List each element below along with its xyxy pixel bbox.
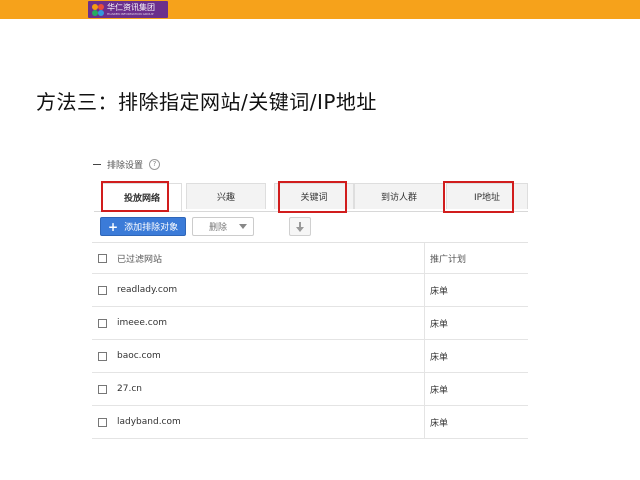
site-cell: imeee.com [117, 318, 167, 328]
down-arrow-icon [296, 221, 304, 232]
column-header-site: 已过滤网站 [117, 254, 163, 265]
add-exclusion-label: 添加排除对象 [124, 223, 179, 233]
plan-cell: 床单 [430, 286, 449, 297]
plan-cell: 床单 [430, 319, 449, 330]
filtered-sites-table: 已过滤网站 推广计划 readlady.com 床单 imeee.com 床单 … [92, 242, 528, 439]
highlight-box-network-tab [101, 181, 169, 212]
site-cell: 27.cn [117, 384, 142, 394]
top-banner: 华仁资讯集团 HUAREN INFORMATION GROUP [0, 0, 640, 19]
tab-interest[interactable]: 兴趣 [186, 183, 266, 209]
highlight-box-keywords-tab [278, 181, 347, 213]
table-row: baoc.com 床单 [92, 340, 528, 373]
download-button[interactable] [289, 217, 311, 236]
plus-icon: + [108, 219, 119, 234]
toolbar: + 添加排除对象 删除 [94, 216, 528, 236]
settings-header[interactable]: 排除设置 ? [93, 158, 161, 171]
site-cell: baoc.com [117, 351, 161, 361]
company-logo: 华仁资讯集团 HUAREN INFORMATION GROUP [88, 1, 168, 18]
row-checkbox[interactable] [98, 384, 107, 394]
site-cell: ladyband.com [117, 417, 181, 427]
question-circle-icon[interactable]: ? [149, 159, 161, 170]
row-checkbox[interactable] [98, 285, 107, 295]
minus-icon[interactable] [93, 163, 101, 166]
table-header-row: 已过滤网站 推广计划 [92, 243, 528, 274]
row-checkbox[interactable] [98, 351, 107, 361]
plan-cell: 床单 [430, 385, 449, 396]
delete-label: 删除 [209, 223, 228, 233]
tab-visitors[interactable]: 到访人群 [354, 183, 444, 209]
slide-title: 方法三：排除指定网站/关键词/IP地址 [36, 90, 377, 114]
add-exclusion-button[interactable]: + 添加排除对象 [100, 217, 186, 236]
logo-subtext: HUAREN INFORMATION GROUP [107, 12, 154, 16]
logo-name: 华仁资讯集团 [107, 3, 155, 12]
table-row: ladyband.com 床单 [92, 406, 528, 439]
row-checkbox[interactable] [98, 417, 107, 427]
chevron-down-icon [239, 224, 247, 229]
flower-logo-icon [92, 3, 104, 16]
plan-cell: 床单 [430, 418, 449, 429]
table-row: 27.cn 床单 [92, 373, 528, 406]
plan-cell: 床单 [430, 352, 449, 363]
delete-dropdown[interactable]: 删除 [192, 217, 254, 236]
table-row: imeee.com 床单 [92, 307, 528, 340]
settings-label: 排除设置 [107, 161, 144, 171]
select-all-checkbox[interactable] [98, 253, 107, 263]
column-header-plan: 推广计划 [430, 254, 467, 265]
row-checkbox[interactable] [98, 318, 107, 328]
table-row: readlady.com 床单 [92, 274, 528, 307]
site-cell: readlady.com [117, 285, 178, 295]
highlight-box-ip-tab [443, 181, 514, 213]
